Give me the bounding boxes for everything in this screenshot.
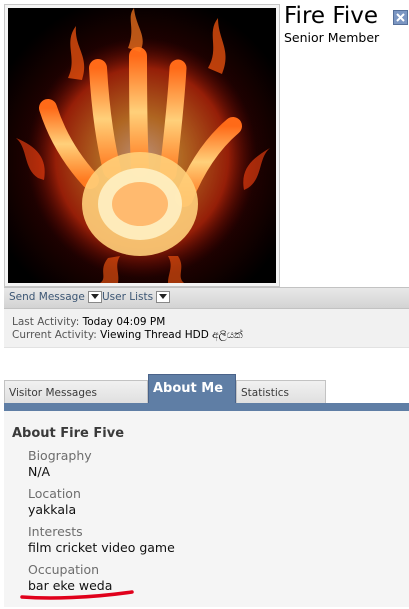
tab-underline-bar — [4, 403, 409, 411]
location-value: yakkala — [28, 502, 77, 517]
current-activity: Current Activity: Viewing Thread HDD අලි… — [12, 329, 243, 342]
biography-value: N/A — [28, 464, 51, 479]
profile-action-bar: Send Message User Lists — [4, 287, 409, 309]
avatar[interactable] — [8, 8, 276, 283]
profile-username: Fire Five — [284, 3, 379, 29]
user-lists-label: User Lists — [102, 291, 154, 303]
tab-visitor-messages-label: Visitor Messages — [9, 387, 97, 399]
last-activity-value: Today 04:09 PM — [82, 316, 166, 328]
chevron-down-icon — [156, 291, 171, 303]
biography-label: Biography — [28, 448, 92, 463]
location-label: Location — [28, 486, 81, 501]
tab-statistics[interactable]: Statistics — [236, 380, 326, 405]
chevron-down-icon — [87, 291, 102, 303]
tab-statistics-label: Statistics — [241, 387, 289, 399]
last-activity-label: Last Activity: — [12, 316, 80, 328]
about-title: About Fire Five — [12, 426, 125, 441]
interests-value: film cricket video game — [28, 540, 175, 555]
occupation-label: Occupation — [28, 562, 100, 577]
current-activity-value[interactable]: Viewing Thread HDD අලියක් — [100, 329, 243, 341]
about-panel: About Fire Five Biography N/A Location y… — [4, 411, 409, 607]
red-underline-annotation — [20, 590, 134, 600]
interests-label: Interests — [28, 524, 83, 539]
user-lists-button[interactable]: User Lists — [102, 291, 171, 303]
send-message-button[interactable]: Send Message — [9, 291, 102, 303]
profile-usertitle: Senior Member — [284, 30, 380, 45]
current-activity-label: Current Activity: — [12, 329, 97, 341]
activity-box: Last Activity: Today 04:09 PM Current Ac… — [4, 309, 409, 348]
tab-about-me[interactable]: About Me — [148, 374, 236, 405]
send-message-label: Send Message — [9, 291, 85, 303]
close-icon[interactable] — [393, 10, 408, 25]
tab-visitor-messages[interactable]: Visitor Messages — [4, 380, 148, 405]
avatar-frame — [4, 4, 280, 287]
profile-tabs: Visitor Messages About Me Statistics — [4, 374, 409, 405]
tab-about-me-label: About Me — [153, 381, 224, 396]
last-activity: Last Activity: Today 04:09 PM — [12, 316, 165, 328]
